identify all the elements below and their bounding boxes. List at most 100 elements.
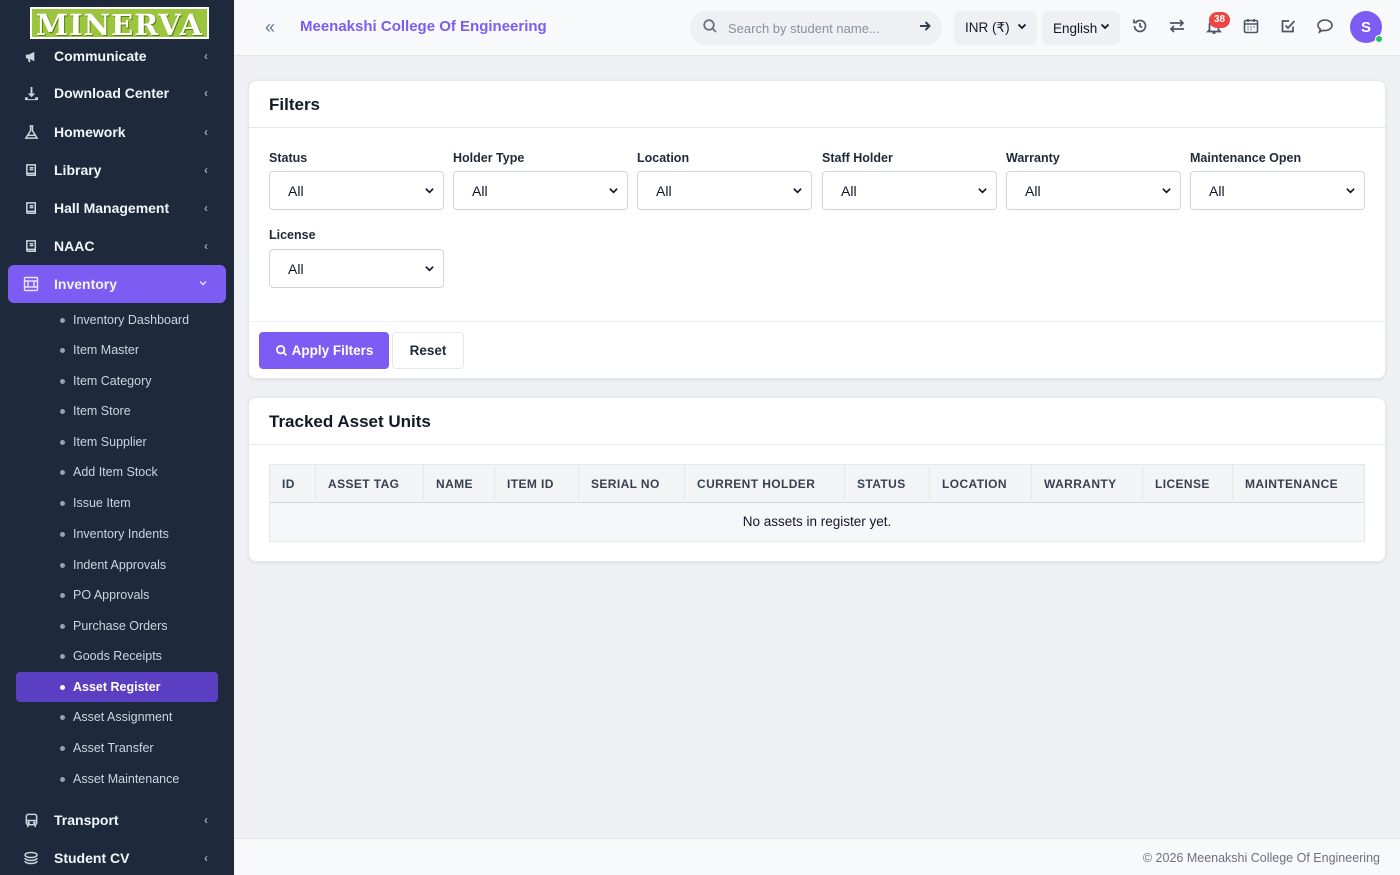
- sidebar-subitem-purchase-orders[interactable]: Purchase Orders: [16, 611, 218, 641]
- column-header-item-id[interactable]: ITEM ID: [494, 465, 578, 503]
- sidebar-subitem-issue-item[interactable]: Issue Item: [16, 488, 218, 518]
- chevron-left-icon: ‹: [204, 86, 208, 100]
- status-filter-select[interactable]: All: [269, 171, 444, 210]
- license-filter-select[interactable]: All: [269, 249, 444, 288]
- chat-icon[interactable]: [1316, 17, 1336, 37]
- subitem-label: Indent Approvals: [73, 558, 167, 572]
- chevron-left-icon: ‹: [204, 125, 208, 139]
- chevron-down-icon: [1017, 23, 1027, 30]
- chevron-down-icon: [793, 188, 802, 194]
- sidebar-subitem-indent-approvals[interactable]: Indent Approvals: [16, 550, 218, 580]
- subitem-label: Item Master: [73, 343, 139, 357]
- staff-holder-filter-select[interactable]: All: [822, 171, 997, 210]
- holder-type-filter-select[interactable]: All: [453, 171, 628, 210]
- sidebar-subitem-asset-maintenance[interactable]: Asset Maintenance: [16, 764, 218, 794]
- sidebar-item-naac[interactable]: NAAC ‹: [8, 227, 226, 265]
- location-filter-label: Location: [637, 151, 690, 165]
- brand-logo[interactable]: MINERVA: [30, 7, 210, 41]
- sidebar-item-library[interactable]: Library ‹: [8, 151, 226, 189]
- sidebar-subitem-item-store[interactable]: Item Store: [16, 396, 218, 426]
- column-header-maintenance[interactable]: MAINTENANCE: [1232, 465, 1364, 503]
- calendar-icon[interactable]: [1242, 17, 1262, 37]
- sidebar-item-hall-management[interactable]: Hall Management ‹: [8, 189, 226, 227]
- table-header: ID ASSET TAG NAME ITEM ID SERIAL NO CURR…: [270, 465, 1364, 503]
- history-icon[interactable]: [1131, 17, 1151, 37]
- bullet-icon: [60, 684, 65, 690]
- column-header-asset-tag[interactable]: ASSET TAG: [315, 465, 423, 503]
- apply-filters-label: Apply Filters: [291, 343, 374, 358]
- sidebar-item-download-center[interactable]: Download Center ‹: [8, 74, 226, 112]
- logo-bar: MINERVA: [0, 0, 234, 46]
- filters-card: Filters Status All Holder Type All Locat…: [248, 80, 1386, 379]
- sidebar-item-label: Student CV: [54, 850, 130, 866]
- bullet-icon: [60, 317, 65, 323]
- sidebar-item-transport[interactable]: Transport ‹: [8, 801, 226, 839]
- maintenance-open-filter-select[interactable]: All: [1190, 171, 1365, 210]
- column-header-warranty[interactable]: WARRANTY: [1031, 465, 1142, 503]
- sidebar-subitem-inventory-dashboard[interactable]: Inventory Dashboard: [16, 305, 218, 335]
- sidebar-subitem-inventory-indents[interactable]: Inventory Indents: [16, 519, 218, 549]
- sidebar-subitem-asset-register[interactable]: Asset Register: [16, 672, 218, 702]
- sidebar-subitem-item-master[interactable]: Item Master: [16, 335, 218, 365]
- sidebar-subitem-asset-transfer[interactable]: Asset Transfer: [16, 733, 218, 763]
- subitem-label: Item Supplier: [73, 435, 147, 449]
- column-header-id[interactable]: ID: [270, 465, 315, 503]
- sidebar-subitem-po-approvals[interactable]: PO Approvals: [16, 580, 218, 610]
- chevron-left-icon: ‹: [204, 49, 208, 63]
- asset-table: ID ASSET TAG NAME ITEM ID SERIAL NO CURR…: [269, 464, 1365, 542]
- subitem-label: Add Item Stock: [73, 465, 158, 479]
- subitem-label: Issue Item: [73, 496, 131, 510]
- reset-button[interactable]: Reset: [392, 332, 464, 369]
- megaphone-icon: [23, 48, 39, 64]
- sidebar-item-label: Transport: [54, 812, 119, 828]
- book-icon: [23, 200, 39, 216]
- sidebar-item-inventory[interactable]: Inventory: [8, 265, 226, 303]
- sidebar-subitem-add-item-stock[interactable]: Add Item Stock: [16, 457, 218, 487]
- search-input[interactable]: [728, 20, 908, 36]
- holder-type-filter-label: Holder Type: [453, 151, 525, 165]
- sidebar-subitem-item-category[interactable]: Item Category: [16, 366, 218, 396]
- column-header-serial-no[interactable]: SERIAL NO: [578, 465, 684, 503]
- chevron-left-icon: ‹: [204, 239, 208, 253]
- task-check-icon[interactable]: [1279, 17, 1299, 37]
- chevron-down-icon: [1100, 23, 1110, 30]
- sidebar-subitem-asset-assignment[interactable]: Asset Assignment: [16, 702, 218, 732]
- language-select[interactable]: English: [1042, 11, 1120, 45]
- chevron-down-icon: [1162, 188, 1171, 194]
- column-header-name[interactable]: NAME: [423, 465, 494, 503]
- maintenance-open-filter-value: All: [1209, 182, 1225, 199]
- column-header-status[interactable]: STATUS: [844, 465, 929, 503]
- warranty-filter-select[interactable]: All: [1006, 171, 1181, 210]
- bullet-icon: [60, 653, 65, 659]
- notification-badge: 38: [1209, 12, 1230, 28]
- status-filter-value: All: [288, 182, 304, 199]
- sidebar-item-label: Communicate: [54, 48, 147, 64]
- column-header-license[interactable]: LICENSE: [1142, 465, 1232, 503]
- chevron-down-icon: [1346, 188, 1355, 194]
- column-header-location[interactable]: LOCATION: [929, 465, 1031, 503]
- bullet-icon: [60, 562, 65, 568]
- column-header-current-holder[interactable]: CURRENT HOLDER: [684, 465, 844, 503]
- currency-select[interactable]: INR (₹): [954, 11, 1037, 45]
- collapse-sidebar-icon[interactable]: «: [260, 16, 280, 38]
- sidebar-item-student-cv[interactable]: Student CV ‹: [8, 839, 226, 875]
- subitem-label: Asset Register: [73, 680, 161, 694]
- sidebar-subitem-item-supplier[interactable]: Item Supplier: [16, 427, 218, 457]
- avatar[interactable]: S: [1350, 11, 1383, 43]
- holder-type-filter-value: All: [472, 182, 488, 199]
- sidebar-subitem-goods-receipts[interactable]: Goods Receipts: [16, 641, 218, 671]
- layers-icon: [23, 850, 39, 866]
- sidebar-item-homework[interactable]: Homework ‹: [8, 113, 226, 151]
- page-footer: © 2026 Meenakshi College Of Engineering: [234, 838, 1400, 875]
- location-filter-select[interactable]: All: [637, 171, 812, 210]
- student-search[interactable]: [690, 11, 942, 45]
- swap-icon[interactable]: [1168, 17, 1188, 37]
- language-value: English: [1053, 20, 1098, 36]
- staff-holder-filter-label: Staff Holder: [822, 151, 893, 165]
- arrow-right-icon[interactable]: [918, 19, 932, 36]
- search-icon: [702, 18, 720, 39]
- license-filter-label: License: [269, 228, 316, 242]
- license-filter-value: All: [288, 260, 304, 277]
- bullet-icon: [60, 378, 65, 384]
- apply-filters-button[interactable]: Apply Filters: [259, 332, 389, 369]
